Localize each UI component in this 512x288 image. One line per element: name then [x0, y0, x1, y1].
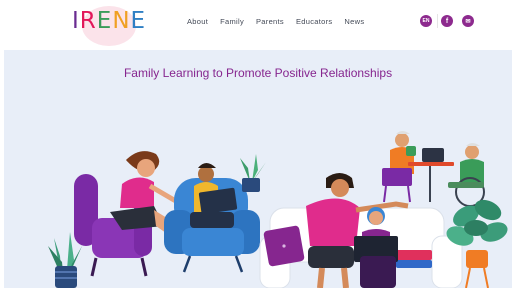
- logo-letter: N: [112, 8, 131, 34]
- page: IRENE About Family Parents Educators New…: [0, 0, 512, 288]
- logo-wordmark: IRENE: [72, 8, 146, 34]
- header-icons: EN f ✉: [420, 15, 474, 27]
- language-selector[interactable]: EN: [420, 15, 432, 27]
- facebook-icon[interactable]: f: [441, 15, 453, 27]
- main-nav: About Family Parents Educators News: [187, 15, 376, 29]
- nav-about[interactable]: About: [187, 15, 208, 29]
- hero-banner: Family Learning to Promote Positive Rela…: [4, 50, 512, 288]
- site-header: IRENE About Family Parents Educators New…: [0, 0, 512, 48]
- nav-parents[interactable]: Parents: [256, 15, 284, 29]
- logo-letter: R: [79, 8, 97, 34]
- plant-center-illustration: [240, 154, 266, 192]
- mail-icon[interactable]: ✉: [462, 15, 474, 27]
- family-illustration: [48, 131, 508, 288]
- nav-educators[interactable]: Educators: [296, 15, 332, 29]
- nav-news[interactable]: News: [344, 15, 364, 29]
- nav-family[interactable]: Family: [220, 15, 244, 29]
- logo-letter: E: [130, 8, 147, 34]
- logo-letter: E: [96, 8, 113, 34]
- irene-logo[interactable]: IRENE: [68, 2, 158, 46]
- grandparents-illustration: [382, 131, 485, 207]
- logo-letter: I: [72, 8, 80, 34]
